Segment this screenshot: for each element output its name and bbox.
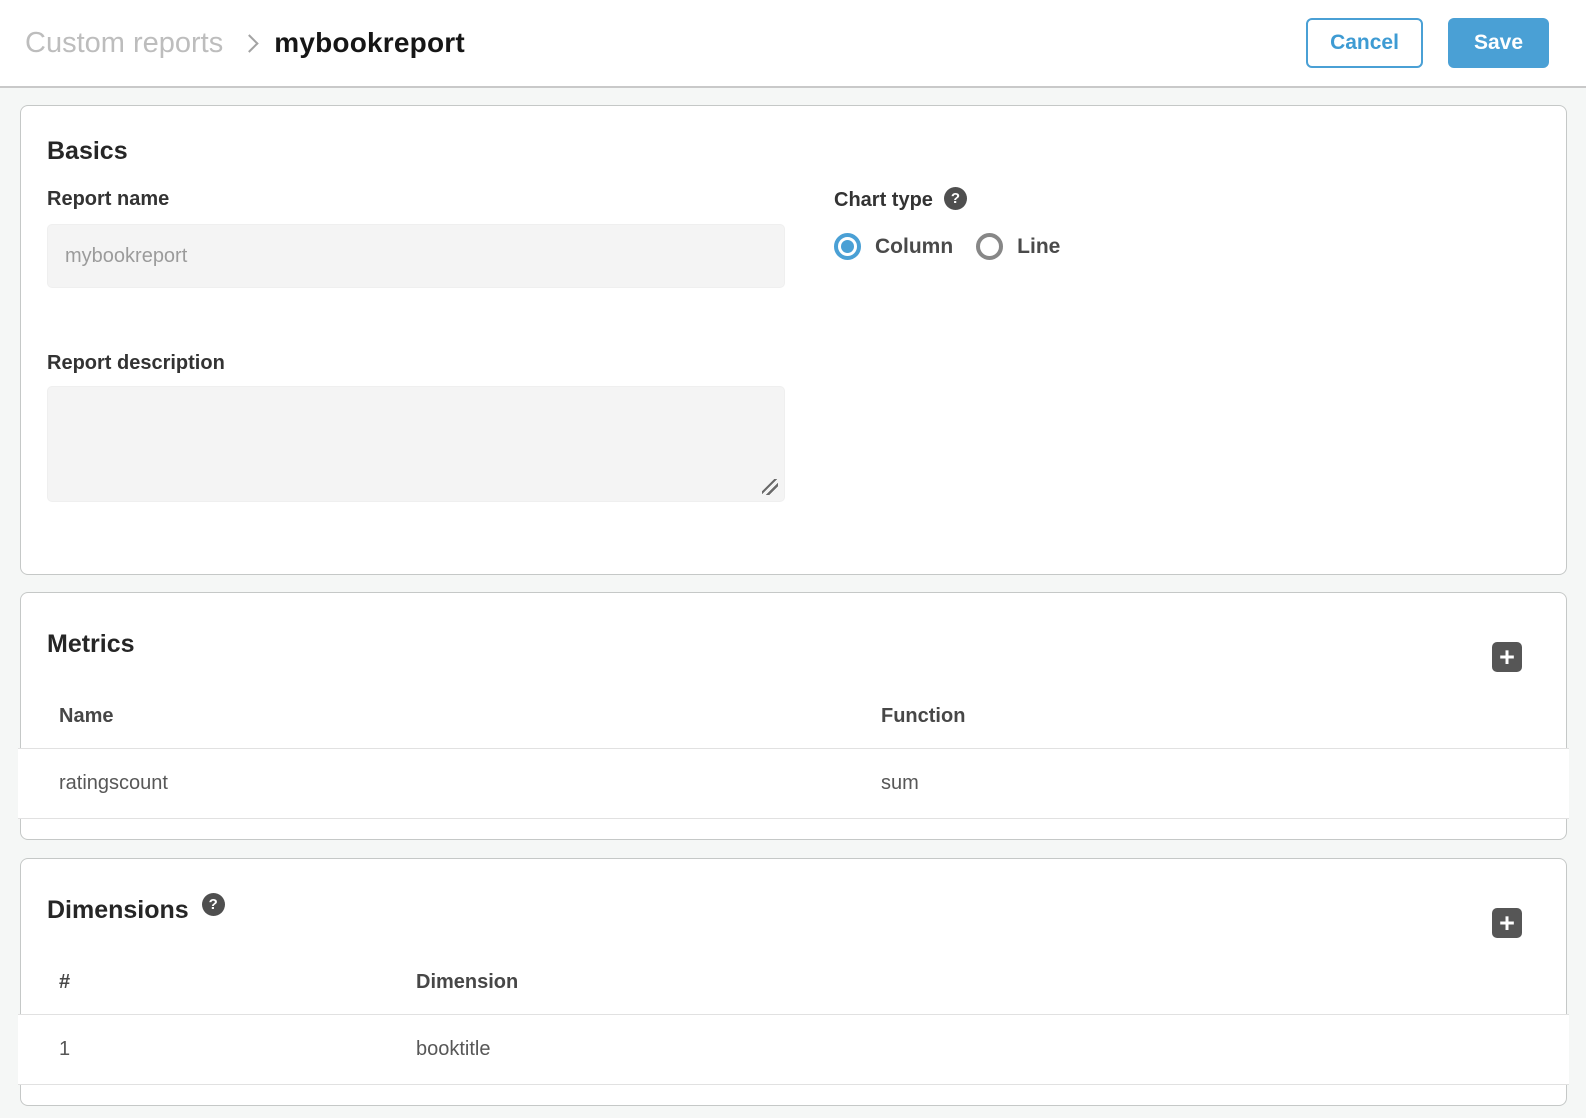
chevron-right-icon [241,34,259,52]
dimensions-card: Dimensions ? + # Dimension 1 booktitle [20,858,1567,1106]
dimensions-col-dimension: Dimension [416,971,1566,994]
question-icon[interactable]: ? [944,187,967,210]
dimensions-card-footer [21,1085,1566,1107]
dimensions-table-header: # Dimension [21,925,1566,1014]
radio-line-label[interactable]: Line [1017,235,1060,259]
report-name-label: Report name [47,188,785,210]
chart-type-label: Chart type [834,189,933,211]
metrics-col-name: Name [21,705,881,728]
cancel-button[interactable]: Cancel [1306,18,1423,68]
radio-column[interactable] [834,233,861,260]
report-description-input[interactable] [47,386,785,502]
radio-line[interactable] [976,233,1003,260]
report-description-label: Report description [47,352,785,374]
question-icon[interactable]: ? [202,893,225,916]
dimensions-title: Dimensions [47,895,189,925]
chart-type-options: Column Line [834,233,1540,260]
metrics-title: Metrics [47,629,135,659]
dimension-name-cell: booktitle [416,1038,1566,1061]
dimensions-col-index: # [21,971,416,994]
add-metric-button[interactable]: + [1492,642,1522,672]
metrics-table-row[interactable]: ratingscount sum [18,748,1569,819]
breadcrumb: Custom reports mybookreport [25,27,465,60]
dimensions-table-row[interactable]: 1 booktitle [18,1014,1569,1085]
metrics-card-footer [21,819,1566,841]
metrics-col-function: Function [881,705,1566,728]
basics-card: Basics Report name Report description Ch… [20,105,1567,575]
page-title: mybookreport [274,27,465,59]
radio-column-label[interactable]: Column [875,235,953,259]
add-dimension-button[interactable]: + [1492,908,1522,938]
dimension-index-cell: 1 [21,1038,416,1061]
metrics-card: Metrics + Name Function ratingscount sum [20,592,1567,840]
metrics-table-header: Name Function [21,659,1566,748]
save-button[interactable]: Save [1448,18,1549,68]
basics-title: Basics [47,136,1540,166]
topbar-actions: Cancel Save [1306,18,1549,68]
metric-name-cell: ratingscount [21,772,881,795]
breadcrumb-custom-reports[interactable]: Custom reports [25,27,223,60]
top-bar: Custom reports mybookreport Cancel Save [0,0,1586,88]
main-content: Basics Report name Report description Ch… [0,88,1586,1106]
metric-function-cell: sum [881,772,1566,795]
report-name-input[interactable] [47,224,785,288]
